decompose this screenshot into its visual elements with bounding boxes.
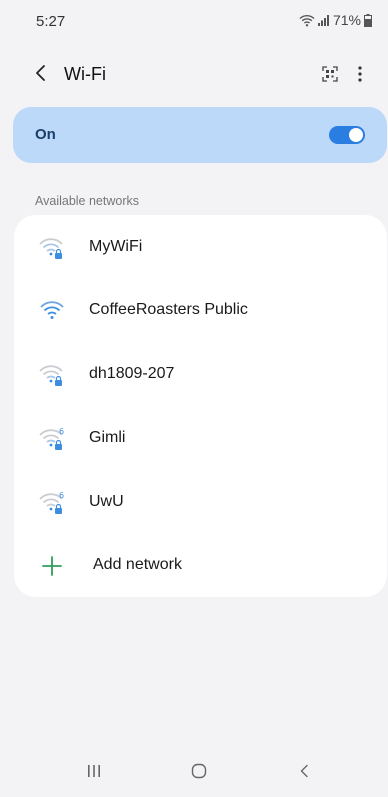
network-name: Gimli [89, 429, 126, 446]
network-row[interactable]: dh1809-207 [14, 345, 387, 405]
network-name: CoffeeRoasters Public [89, 301, 248, 318]
back-arrow-icon [34, 64, 46, 87]
network-row[interactable]: 6 Gimli [14, 409, 387, 469]
qr-scan-button[interactable] [318, 64, 342, 88]
network-name: dh1809-207 [89, 365, 175, 382]
back-button[interactable] [28, 63, 52, 87]
page-title: Wi-Fi [64, 64, 106, 84]
network-row[interactable]: 6 UwU [14, 473, 387, 533]
wifi-toggle-card[interactable]: On [13, 107, 387, 163]
cell-signal-icon [317, 14, 330, 26]
home-icon [191, 763, 207, 784]
wifi-toggle-switch[interactable] [329, 126, 365, 144]
recents-button[interactable] [80, 761, 108, 785]
network-row[interactable]: MyWiFi [14, 218, 387, 278]
battery-level: 71% [332, 12, 361, 28]
app-bar: Wi-Fi [0, 56, 388, 96]
wifi6-secured-icon: 6 [38, 425, 66, 453]
svg-text:6: 6 [59, 491, 64, 500]
wifi-signal-icon [299, 14, 315, 27]
wifi-secured-icon [38, 234, 66, 262]
networks-list: MyWiFi CoffeeRoasters Public dh1809-207 [14, 215, 387, 597]
network-name: MyWiFi [89, 238, 143, 255]
wifi-secured-icon [38, 361, 66, 389]
back-icon [299, 764, 309, 783]
qr-scan-icon [322, 65, 338, 87]
more-options-button[interactable] [348, 64, 372, 88]
plus-icon [40, 554, 64, 578]
add-network-label: Add network [93, 556, 182, 573]
wifi-open-icon [38, 297, 66, 325]
home-button[interactable] [185, 761, 213, 785]
system-nav-bar [0, 749, 388, 797]
svg-text:6: 6 [59, 427, 64, 436]
wifi-toggle-label: On [35, 126, 56, 143]
more-vert-icon [358, 65, 362, 87]
network-name: UwU [89, 493, 124, 510]
battery-icon [364, 13, 372, 27]
status-icons: 71% [299, 12, 372, 28]
status-bar: 5:27 71% [0, 0, 388, 36]
network-row[interactable]: CoffeeRoasters Public [14, 281, 387, 341]
status-time: 5:27 [36, 13, 66, 30]
wifi6-secured-icon: 6 [38, 489, 66, 517]
available-networks-header: Available networks [35, 194, 139, 208]
recents-icon [87, 764, 101, 783]
add-network-button[interactable]: Add network [14, 536, 387, 596]
toggle-knob [349, 128, 363, 142]
nav-back-button[interactable] [290, 761, 318, 785]
